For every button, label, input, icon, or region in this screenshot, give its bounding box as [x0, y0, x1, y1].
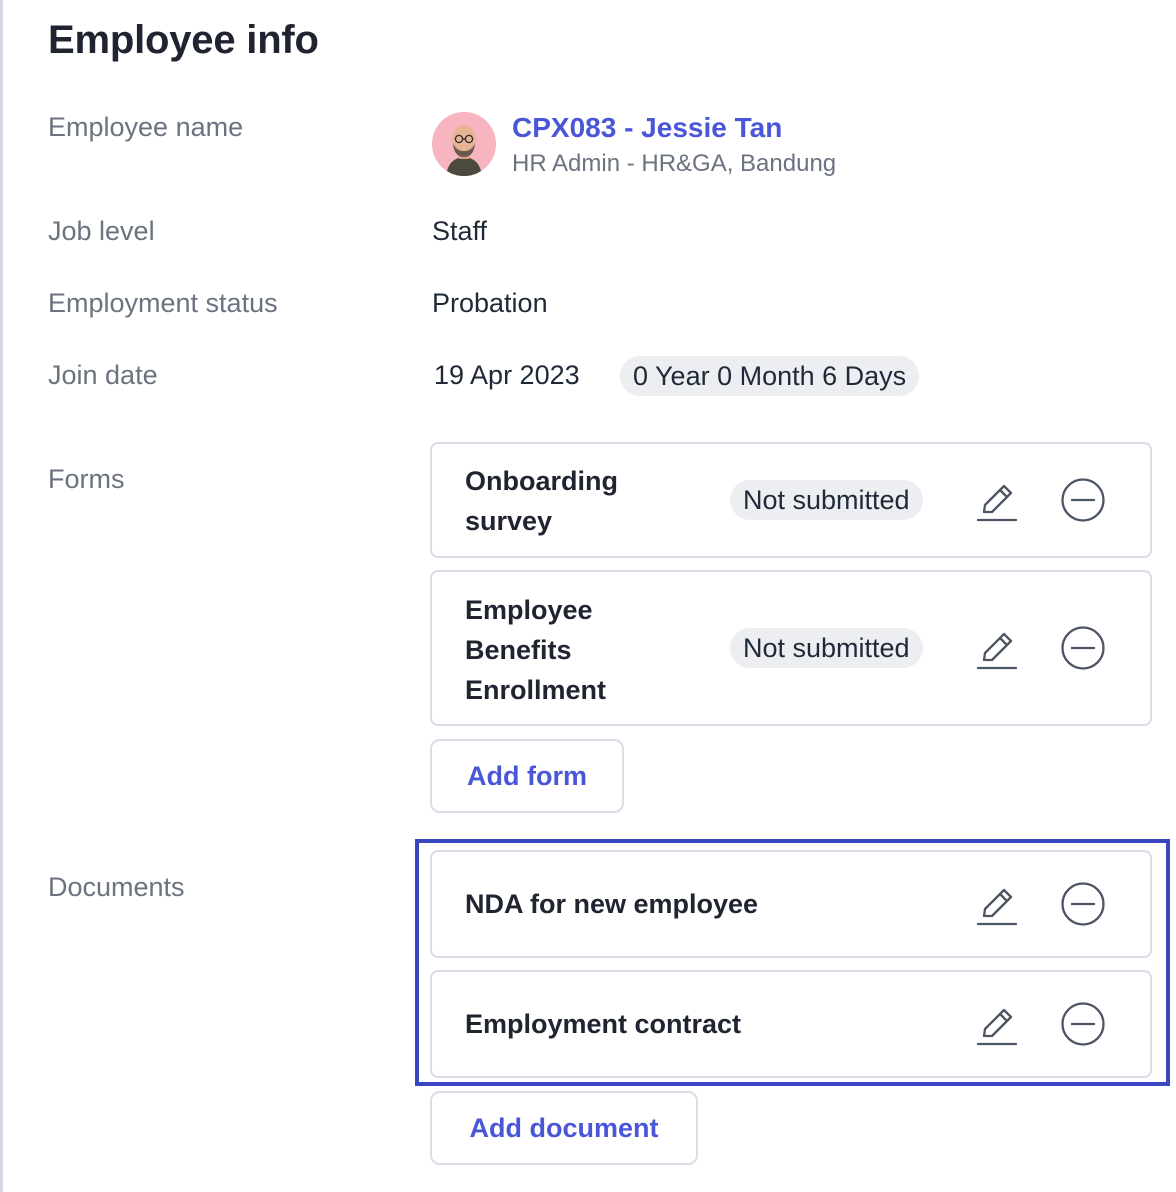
minus-circle-icon [1061, 882, 1105, 926]
label-job-level: Job level [48, 216, 155, 246]
remove-button[interactable] [1059, 476, 1107, 524]
form-title-line: Employee [465, 595, 593, 625]
job-level-value: Staff [432, 216, 488, 246]
employee-name-link[interactable]: CPX083 - Jessie Tan [512, 112, 782, 144]
form-card: Employee Benefits Enrollment Not submitt… [430, 570, 1152, 726]
pencil-icon [976, 888, 1018, 926]
remove-button[interactable] [1059, 1000, 1107, 1048]
form-title-line: survey [465, 506, 553, 536]
edit-button[interactable] [973, 476, 1021, 524]
minus-circle-icon [1061, 626, 1105, 670]
left-divider [0, 0, 3, 1192]
form-title: Onboarding survey [465, 461, 618, 541]
section-title: Employee info [48, 18, 319, 62]
pencil-icon [976, 1008, 1018, 1046]
minus-circle-icon [1061, 478, 1105, 522]
pencil-icon [976, 484, 1018, 522]
edit-button[interactable] [973, 1000, 1021, 1048]
minus-circle-icon [1061, 1002, 1105, 1046]
form-card: Onboarding survey Not submitted [430, 442, 1152, 558]
add-form-button[interactable]: Add form [430, 739, 624, 813]
edit-button[interactable] [973, 624, 1021, 672]
label-employment-status: Employment status [48, 288, 278, 318]
edit-button[interactable] [973, 880, 1021, 928]
label-documents: Documents [48, 872, 185, 902]
add-document-button[interactable]: Add document [430, 1091, 698, 1165]
form-title: Employee Benefits Enrollment [465, 590, 606, 710]
form-title-line: Onboarding [465, 466, 618, 496]
employment-status-value: Probation [432, 288, 548, 318]
document-title: Employment contract [465, 1009, 742, 1039]
remove-button[interactable] [1059, 624, 1107, 672]
status-badge: Not submitted [730, 480, 923, 520]
label-forms: Forms [48, 464, 125, 494]
join-date-value: 19 Apr 2023 [434, 360, 580, 390]
status-badge: Not submitted [730, 628, 923, 668]
document-title: NDA for new employee [465, 889, 759, 919]
form-title-line: Benefits [465, 635, 572, 665]
avatar [432, 112, 496, 176]
employee-position: HR Admin - HR&GA, Bandung [512, 150, 837, 177]
document-card: Employment contract [430, 970, 1152, 1078]
label-employee-name: Employee name [48, 112, 244, 142]
tenure-badge: 0 Year 0 Month 6 Days [620, 356, 920, 396]
form-title-line: Enrollment [465, 675, 607, 705]
pencil-icon [976, 632, 1018, 670]
remove-button[interactable] [1059, 880, 1107, 928]
label-join-date: Join date [48, 360, 158, 390]
document-card: NDA for new employee [430, 850, 1152, 958]
